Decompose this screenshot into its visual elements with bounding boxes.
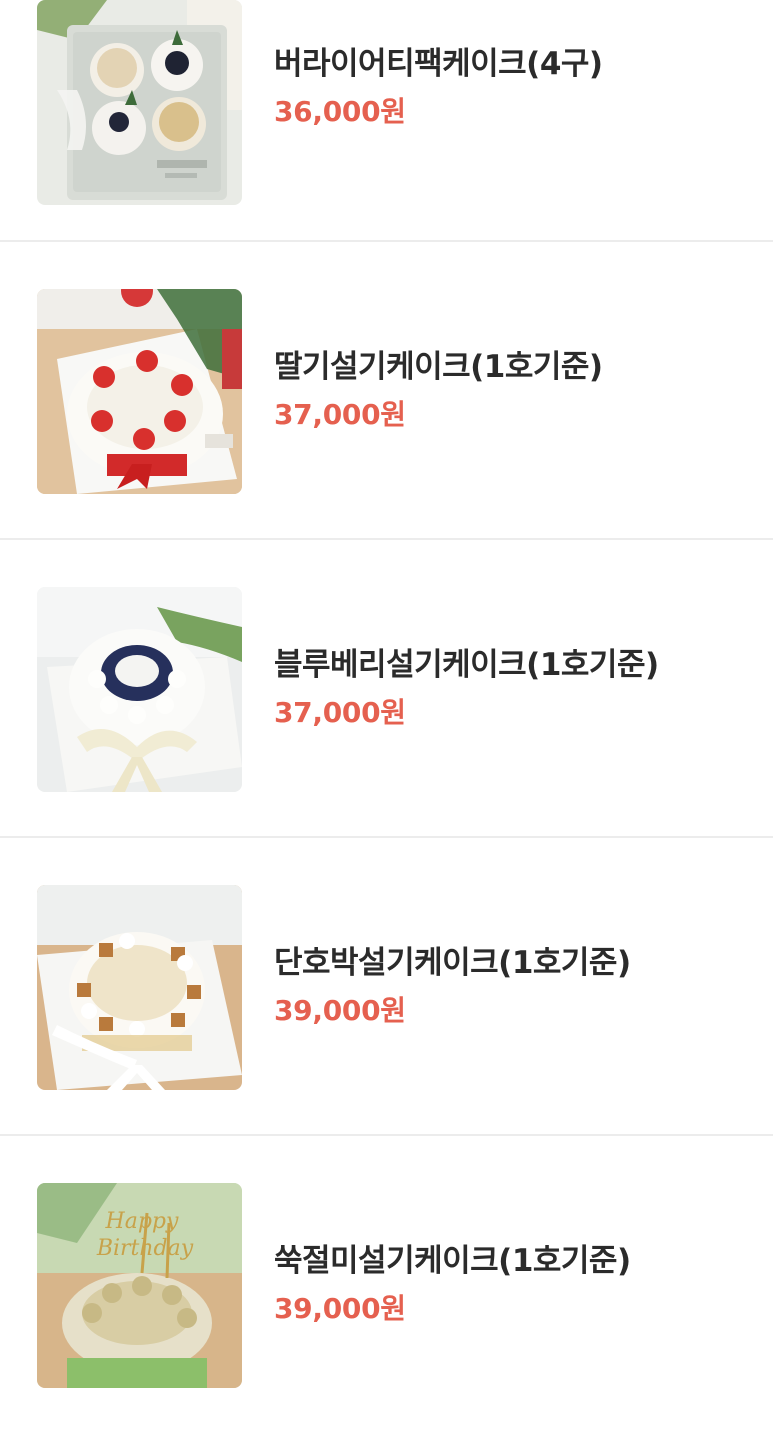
product-item-mugwort[interactable]: Happy Birthday 쑥절미설기케이크(1호기준) 39,000원 <box>0 1137 773 1434</box>
divider <box>0 538 773 540</box>
product-info: 쑥절미설기케이크(1호기준) 39,000원 <box>274 1242 631 1326</box>
product-info: 단호박설기케이크(1호기준) 39,000원 <box>274 944 631 1028</box>
svg-text:Happy: Happy <box>105 1209 179 1234</box>
product-info: 블루베리설기케이크(1호기준) 37,000원 <box>274 646 659 730</box>
divider <box>0 1134 773 1136</box>
product-name: 버라이어티팩케이크(4구) <box>274 46 603 82</box>
product-name: 단호박설기케이크(1호기준) <box>274 945 631 981</box>
product-image-strawberry[interactable] <box>37 289 242 494</box>
product-price: 39,000원 <box>274 1292 406 1325</box>
product-price: 37,000원 <box>274 398 406 431</box>
svg-text:Birthday: Birthday <box>96 1236 194 1261</box>
product-item-variety-pack[interactable]: 버라이어티팩케이크(4구) 36,000원 <box>0 0 773 242</box>
product-item-strawberry[interactable]: 딸기설기케이크(1호기준) 37,000원 <box>0 243 773 540</box>
divider <box>0 836 773 838</box>
product-price: 36,000원 <box>274 95 406 128</box>
product-image-blueberry[interactable] <box>37 587 242 792</box>
product-image-pumpkin[interactable] <box>37 885 242 1090</box>
product-image-mugwort[interactable]: Happy Birthday <box>37 1183 242 1388</box>
product-info: 버라이어티팩케이크(4구) 36,000원 <box>274 45 603 129</box>
product-name: 쑥절미설기케이크(1호기준) <box>274 1243 631 1279</box>
product-price: 37,000원 <box>274 696 406 729</box>
product-item-pumpkin[interactable]: 단호박설기케이크(1호기준) 39,000원 <box>0 839 773 1136</box>
product-name: 딸기설기케이크(1호기준) <box>274 349 603 385</box>
product-item-blueberry[interactable]: 블루베리설기케이크(1호기준) 37,000원 <box>0 541 773 838</box>
product-price: 39,000원 <box>274 994 406 1027</box>
product-name: 블루베리설기케이크(1호기준) <box>274 647 659 683</box>
product-image-variety-pack[interactable] <box>37 0 242 205</box>
product-info: 딸기설기케이크(1호기준) 37,000원 <box>274 348 603 432</box>
divider <box>0 240 773 242</box>
